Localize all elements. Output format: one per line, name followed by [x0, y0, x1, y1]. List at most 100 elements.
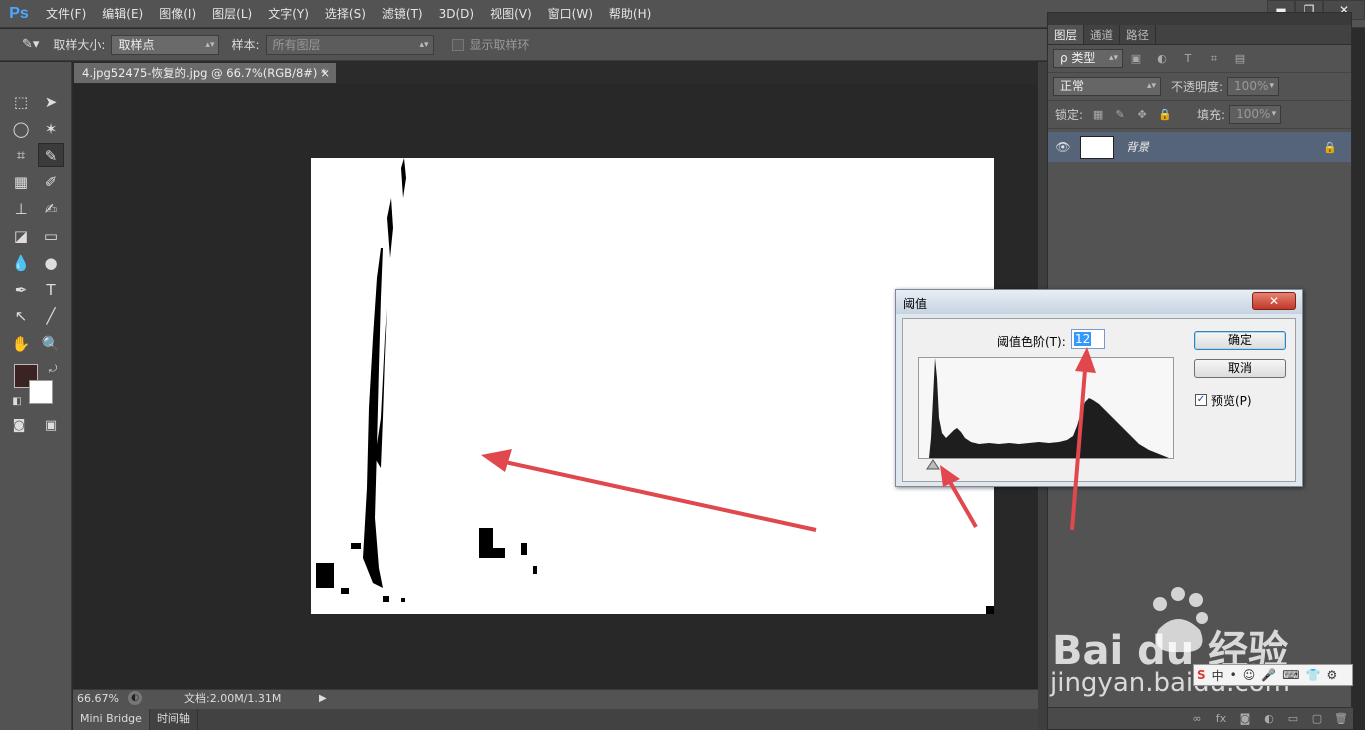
panel-header[interactable] — [1048, 13, 1351, 25]
hand-tool-icon[interactable]: ✋ — [8, 332, 34, 356]
threshold-slider-icon[interactable] — [925, 459, 941, 471]
dialog-body: 阈值色阶(T): 12 确定 取消 ✓ 预览(P) — [902, 318, 1296, 482]
menu-layer[interactable]: 图层(L) — [204, 0, 260, 28]
ime-lang-toggle[interactable]: 中 — [1212, 667, 1224, 684]
preview-checkbox[interactable]: ✓ — [1195, 394, 1207, 406]
lock-transparent-icon[interactable]: ▦ — [1092, 108, 1104, 121]
dialog-close-button[interactable]: ✕ — [1252, 292, 1296, 310]
tab-timeline[interactable]: 时间轴 — [150, 709, 198, 730]
sample-size-select[interactable]: 取样点 ▴▾ — [111, 34, 220, 55]
menu-type[interactable]: 文字(Y) — [260, 0, 317, 28]
menu-help[interactable]: 帮助(H) — [601, 0, 659, 28]
opacity-input[interactable]: 100% ▾ — [1227, 77, 1280, 96]
dialog-titlebar[interactable]: 阈值 ✕ — [896, 290, 1302, 314]
close-tab-icon[interactable]: × — [320, 63, 330, 83]
select-arrow-icon: ▴▾ — [1146, 81, 1156, 91]
screen-mode-icon[interactable]: ▣ — [38, 414, 64, 438]
blend-mode-select[interactable]: 正常 ▴▾ — [1053, 77, 1161, 96]
menu-file[interactable]: 文件(F) — [38, 0, 94, 28]
blur-tool-icon[interactable]: 💧 — [8, 251, 34, 275]
tab-mini-bridge[interactable]: Mini Bridge — [73, 709, 150, 730]
select-arrow-icon: ▴▾ — [205, 39, 215, 50]
crop-tool-icon[interactable]: ⌗ — [8, 143, 34, 167]
ime-voice-icon[interactable]: 🎤 — [1261, 668, 1276, 682]
lock-position-icon[interactable]: ✥ — [1136, 108, 1148, 121]
filter-type-icon[interactable]: T — [1182, 52, 1194, 65]
stamp-tool-icon[interactable]: ⊥ — [8, 197, 34, 221]
eyedropper-icon[interactable]: ✎▾ — [22, 37, 39, 52]
delete-layer-icon[interactable]: 🗑 — [1332, 712, 1350, 725]
new-layer-icon[interactable]: ▢ — [1308, 712, 1326, 725]
ime-logo-icon[interactable]: S — [1197, 668, 1206, 682]
swap-colors-icon[interactable]: ⤾ — [40, 358, 66, 382]
show-ring-checkbox[interactable] — [451, 38, 464, 51]
filter-pixel-icon[interactable]: ▣ — [1130, 52, 1142, 65]
ime-settings-icon[interactable]: ⚙ — [1327, 668, 1338, 682]
gradient-tool-icon[interactable]: ▭ — [38, 224, 64, 248]
marquee-tool-icon[interactable]: ⬚ — [8, 90, 34, 114]
photoshop-window: Ps 文件(F) 编辑(E) 图像(I) 图层(L) 文字(Y) 选择(S) 滤… — [0, 0, 1365, 730]
layer-filter-select[interactable]: ρ 类型 ▴▾ — [1053, 49, 1123, 68]
quick-mask-icon[interactable]: ◙ — [6, 414, 32, 438]
default-colors-icon[interactable]: ◧ — [4, 390, 30, 414]
lock-label: 锁定: — [1055, 108, 1084, 122]
menu-image[interactable]: 图像(I) — [151, 0, 204, 28]
tab-layers[interactable]: 图层 — [1048, 25, 1084, 44]
lasso-tool-icon[interactable]: ◯ — [8, 117, 34, 141]
magic-wand-icon[interactable]: ✶ — [38, 117, 64, 141]
link-layers-icon[interactable]: ∞ — [1188, 712, 1206, 725]
brush-tool-icon[interactable]: ✐ — [38, 170, 64, 194]
zoom-tool-icon[interactable]: 🔍 — [38, 332, 64, 356]
lock-all-icon[interactable]: 🔒 — [1158, 108, 1172, 121]
status-info-icon[interactable]: ◐ — [128, 691, 142, 705]
tab-channels[interactable]: 通道 — [1084, 25, 1120, 44]
status-bar: 66.67% ◐ 文档:2.00M/1.31M ▶ — [73, 689, 1041, 709]
fill-input[interactable]: 100% ▾ — [1229, 105, 1282, 124]
menu-view[interactable]: 视图(V) — [482, 0, 540, 28]
menu-select[interactable]: 选择(S) — [317, 0, 374, 28]
adjustment-layer-icon[interactable]: ◐ — [1260, 712, 1278, 725]
document-image[interactable] — [311, 158, 994, 614]
select-arrow-icon: ▾ — [1271, 109, 1277, 119]
histogram — [918, 357, 1174, 470]
sample-select[interactable]: 所有图层 ▴▾ — [265, 34, 434, 55]
dodge-tool-icon[interactable]: ● — [38, 251, 64, 275]
history-brush-icon[interactable]: ✍ — [38, 197, 64, 221]
menu-edit[interactable]: 编辑(E) — [94, 0, 151, 28]
pen-tool-icon[interactable]: ✒ — [8, 278, 34, 302]
type-tool-icon[interactable]: T — [38, 278, 64, 302]
ime-skin-icon[interactable]: 👕 — [1306, 668, 1321, 682]
layer-style-icon[interactable]: fx — [1212, 712, 1230, 725]
filter-adjustment-icon[interactable]: ◐ — [1156, 52, 1168, 65]
healing-brush-icon[interactable]: ▦ — [8, 170, 34, 194]
line-tool-icon[interactable]: ╱ — [38, 304, 64, 328]
filter-smart-object-icon[interactable]: ▤ — [1234, 52, 1246, 65]
eraser-tool-icon[interactable]: ◪ — [8, 224, 34, 248]
menu-window[interactable]: 窗口(W) — [540, 0, 601, 28]
eyedropper-tool-icon[interactable]: ✎ — [38, 143, 64, 167]
background-color-swatch[interactable] — [29, 380, 53, 404]
filter-shape-icon[interactable]: ⌗ — [1208, 52, 1220, 65]
blend-mode-value: 正常 — [1060, 79, 1085, 93]
eye-icon[interactable]: 👁 — [1048, 140, 1078, 154]
threshold-level-input[interactable]: 12 — [1071, 329, 1105, 349]
cancel-button[interactable]: 取消 — [1194, 359, 1286, 378]
new-group-icon[interactable]: ▭ — [1284, 712, 1302, 725]
move-tool-icon[interactable]: ➤ — [38, 90, 64, 114]
ime-keyboard-icon[interactable]: ⌨ — [1282, 668, 1299, 682]
layer-row-background[interactable]: 👁 背景 🔒 — [1048, 132, 1351, 162]
zoom-level[interactable]: 66.67% — [77, 690, 119, 708]
layer-name[interactable]: 背景 — [1126, 139, 1149, 155]
path-select-icon[interactable]: ↖ — [8, 304, 34, 328]
lock-image-icon[interactable]: ✎ — [1114, 108, 1126, 121]
tab-paths[interactable]: 路径 — [1120, 25, 1156, 44]
layer-thumbnail — [1080, 135, 1114, 159]
ime-emoji-icon[interactable]: ☺ — [1243, 668, 1256, 682]
add-mask-icon[interactable]: ◙ — [1236, 712, 1254, 725]
menu-filter[interactable]: 滤镜(T) — [374, 0, 431, 28]
status-menu-arrow-icon[interactable]: ▶ — [319, 690, 327, 708]
document-tab[interactable]: 4.jpg52475-恢复的.jpg @ 66.7%(RGB/8#) * × — [74, 63, 336, 83]
ok-button[interactable]: 确定 — [1194, 331, 1286, 350]
menu-3d[interactable]: 3D(D) — [431, 0, 482, 28]
ime-punct-icon[interactable]: • — [1230, 668, 1237, 682]
